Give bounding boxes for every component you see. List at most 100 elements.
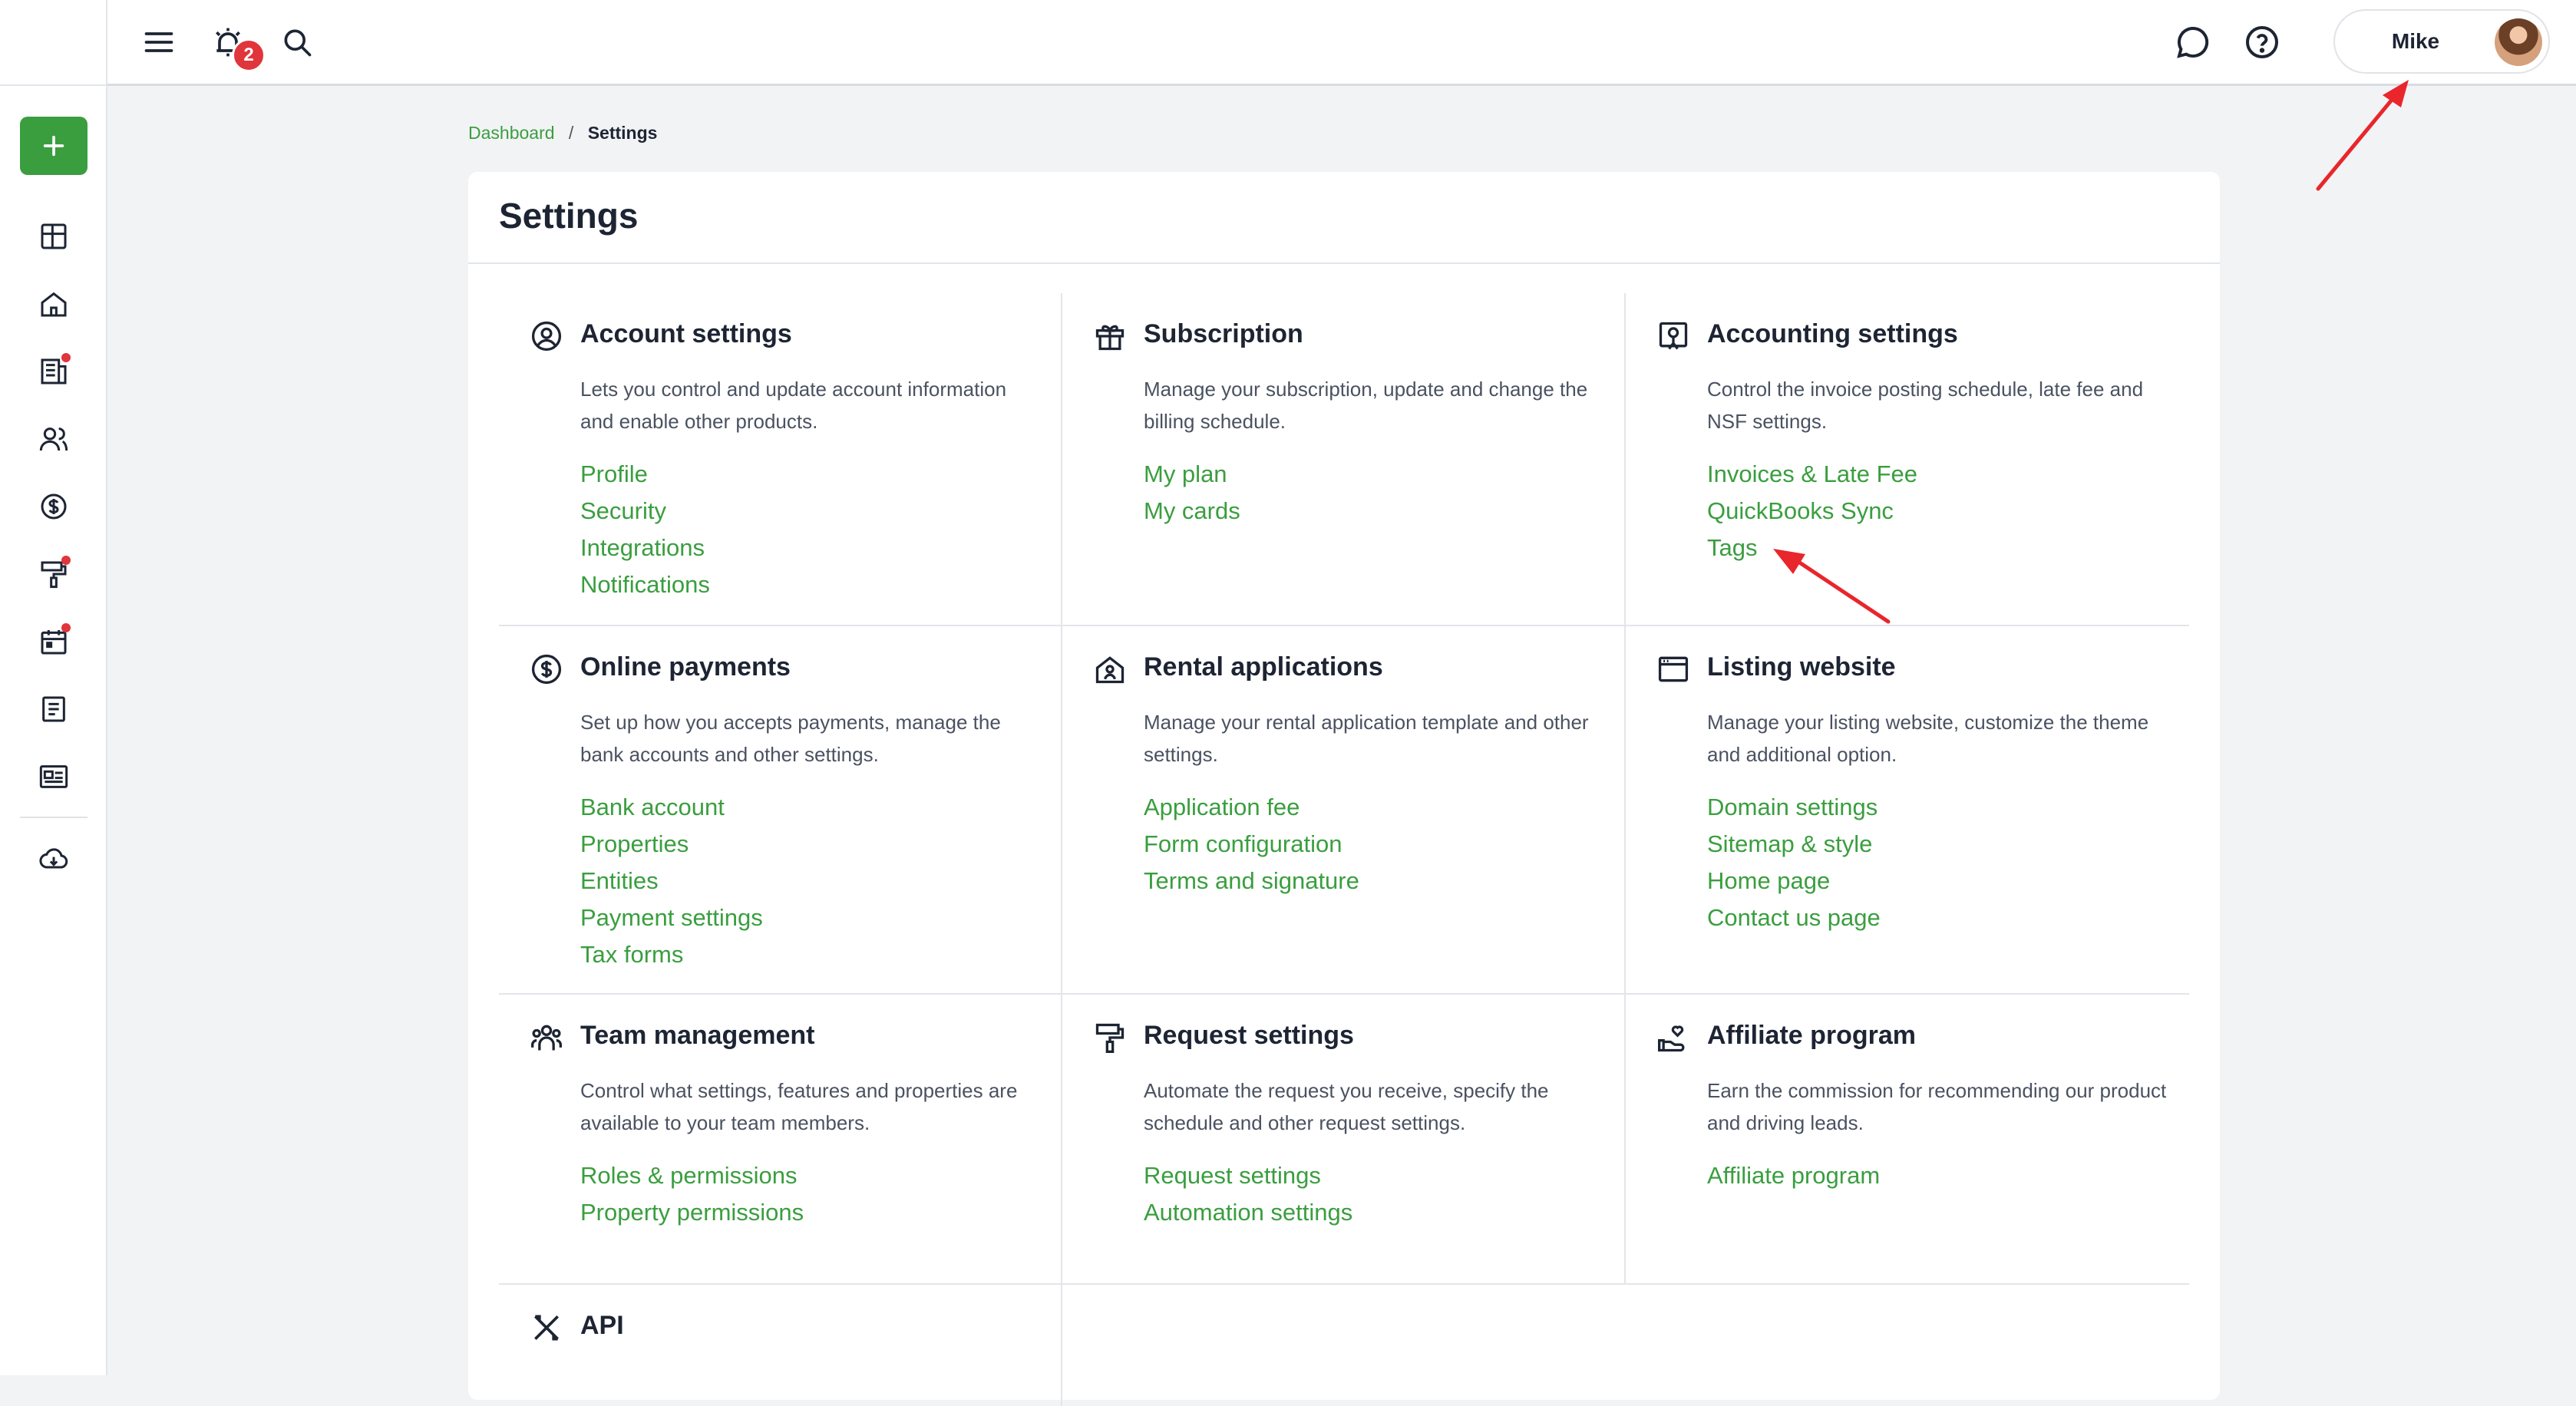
link-automation-settings[interactable]: Automation settings: [1144, 1194, 1352, 1231]
link-notifications[interactable]: Notifications: [580, 566, 710, 603]
sidebar-logo-area: [0, 0, 106, 86]
notification-count-badge: 2: [232, 38, 266, 72]
page-title: Settings: [499, 196, 639, 236]
section-account-settings: Account settings Lets you control and up…: [499, 293, 1061, 625]
annotation-arrow-tags: [1773, 549, 1891, 624]
notifications-button[interactable]: 2: [203, 17, 266, 72]
section-title: Account settings: [580, 319, 792, 348]
breadcrumb-separator: /: [568, 123, 574, 143]
section-subscription: Subscription Manage your subscription, u…: [1062, 293, 1624, 625]
sidebar-item-listings[interactable]: [31, 754, 77, 800]
section-links: Affiliate program: [1707, 1157, 1880, 1194]
section-description: Set up how you accepts payments, manage …: [580, 711, 1001, 766]
user-name: Mike: [2391, 29, 2440, 53]
section-team-management: Team management Control what settings, f…: [499, 995, 1061, 1283]
link-entities[interactable]: Entities: [580, 863, 763, 899]
breadcrumb-current: Settings: [587, 123, 658, 143]
hamburger-menu-icon: [144, 32, 173, 52]
section-description: Manage your listing website, customize t…: [1707, 711, 2149, 766]
section-title: Accounting settings: [1707, 319, 1958, 348]
section-description: Manage your subscription, update and cha…: [1144, 378, 1588, 433]
dollar-circle-icon: [531, 654, 562, 685]
section-rental-applications: Rental applications Manage your rental a…: [1062, 626, 1624, 993]
section-listing-website: Listing website Manage your listing webs…: [1626, 626, 2189, 993]
messages-button[interactable]: [2168, 17, 2218, 68]
settings-card: Settings Account settings Lets you contr…: [468, 172, 2220, 1406]
avatar: [2495, 18, 2542, 66]
chat-bubble-icon: [2177, 26, 2209, 58]
sidebar: [0, 0, 107, 1375]
search-icon: [284, 29, 312, 57]
accounting-icon: [1659, 322, 1688, 350]
link-home-page[interactable]: Home page: [1707, 863, 1881, 899]
section-title: Request settings: [1144, 1021, 1354, 1050]
sidebar-item-download[interactable]: [31, 837, 77, 883]
link-contact-us-page[interactable]: Contact us page: [1707, 899, 1881, 936]
link-invoices-late-fee[interactable]: Invoices & Late Fee: [1707, 456, 1917, 493]
link-roles-permissions[interactable]: Roles & permissions: [580, 1157, 804, 1194]
section-accounting-settings: Accounting settings Control the invoice …: [1626, 293, 2189, 625]
sidebar-item-requests[interactable]: [31, 551, 77, 597]
link-my-cards[interactable]: My cards: [1144, 493, 1240, 530]
card-header: Settings: [468, 172, 2220, 264]
section-links: Request settings Automation settings: [1144, 1157, 1352, 1231]
dollar-circle-icon: [41, 493, 67, 520]
link-sitemap-style[interactable]: Sitemap & style: [1707, 826, 1881, 863]
paint-roller-icon: [1095, 1023, 1125, 1053]
plus-icon: [43, 135, 64, 157]
team-icon: [531, 1025, 562, 1051]
section-affiliate-program: Affiliate program Earn the commission fo…: [1626, 995, 2189, 1283]
link-request-settings[interactable]: Request settings: [1144, 1157, 1352, 1194]
link-payment-settings[interactable]: Payment settings: [580, 899, 763, 936]
section-title: Affiliate program: [1707, 1021, 1917, 1050]
notification-dot: [61, 353, 71, 362]
document-list-icon: [42, 696, 65, 722]
sidebar-item-reports[interactable]: [31, 686, 77, 732]
add-new-button[interactable]: [20, 117, 88, 175]
help-circle-icon: [2246, 26, 2278, 58]
link-integrations[interactable]: Integrations: [580, 530, 710, 566]
section-links: Domain settings Sitemap & style Home pag…: [1707, 789, 1881, 936]
link-terms-and-signature[interactable]: Terms and signature: [1144, 863, 1359, 899]
link-bank-account[interactable]: Bank account: [580, 789, 763, 826]
browser-window-icon: [1658, 656, 1689, 682]
link-properties[interactable]: Properties: [580, 826, 763, 863]
section-links: My plan My cards: [1144, 456, 1240, 530]
section-links: Roles & permissions Property permissions: [580, 1157, 804, 1231]
section-description: Automate the request you receive, specif…: [1144, 1079, 1549, 1134]
link-affiliate-program[interactable]: Affiliate program: [1707, 1157, 1880, 1194]
menu-toggle-button[interactable]: [134, 17, 184, 68]
id-card-icon: [39, 765, 68, 788]
link-application-fee[interactable]: Application fee: [1144, 789, 1359, 826]
link-my-plan[interactable]: My plan: [1144, 456, 1240, 493]
link-property-permissions[interactable]: Property permissions: [580, 1194, 804, 1231]
sidebar-item-people[interactable]: [31, 416, 77, 462]
sidebar-item-leases[interactable]: [31, 348, 77, 394]
help-button[interactable]: [2237, 17, 2287, 68]
breadcrumb-dashboard-link[interactable]: Dashboard: [468, 123, 555, 143]
house-person-icon: [1095, 656, 1125, 684]
link-profile[interactable]: Profile: [580, 456, 710, 493]
sidebar-item-properties[interactable]: [31, 281, 77, 327]
search-button[interactable]: [272, 17, 322, 68]
section-description: Lets you control and update account info…: [580, 378, 1007, 433]
section-title: Team management: [580, 1021, 815, 1050]
link-domain-settings[interactable]: Domain settings: [1707, 789, 1881, 826]
home-icon: [41, 292, 67, 317]
gift-icon: [1095, 325, 1125, 351]
sidebar-divider: [20, 817, 88, 818]
section-title: Listing website: [1707, 652, 1896, 682]
hand-heart-icon: [1658, 1025, 1685, 1052]
sidebar-item-calendar[interactable]: [31, 619, 77, 665]
link-tax-forms[interactable]: Tax forms: [580, 936, 763, 973]
sidebar-item-dashboard[interactable]: [31, 213, 77, 259]
top-bar: 2 Mike: [107, 0, 2576, 86]
link-form-configuration[interactable]: Form configuration: [1144, 826, 1359, 863]
link-quickbooks-sync[interactable]: QuickBooks Sync: [1707, 493, 1917, 530]
section-title: API: [580, 1311, 624, 1340]
link-security[interactable]: Security: [580, 493, 710, 530]
sidebar-item-accounting[interactable]: [31, 484, 77, 530]
notification-dot: [61, 556, 71, 565]
user-menu-button[interactable]: Mike: [2333, 9, 2550, 74]
tools-icon: [534, 1315, 559, 1341]
